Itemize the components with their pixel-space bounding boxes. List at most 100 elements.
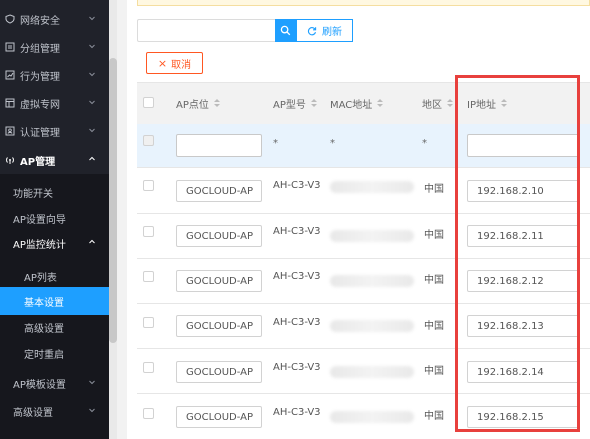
sidebar: 网络安全 分组管理 行为管理 虚拟专网 认证管理 AP管理 功能开关 AP设置向… (0, 0, 109, 439)
search-input[interactable] (137, 19, 275, 42)
ap-location-input[interactable]: GOCLOUD-AP (176, 225, 262, 247)
filter-placeholder-mac: * (330, 138, 335, 149)
sidebar-item-label: 高级设置 (24, 323, 64, 335)
chevron-down-icon (88, 378, 96, 386)
chart-icon (5, 70, 15, 80)
row-checkbox[interactable] (143, 317, 154, 328)
filter-ap-location-input[interactable] (176, 134, 262, 157)
region-cell: 中国 (424, 230, 444, 241)
row-checkbox[interactable] (143, 362, 154, 373)
sidebar-scrollbar-thumb[interactable] (109, 58, 117, 343)
column-header-ap-location[interactable]: AP点位 (176, 96, 220, 111)
region-cell: 中国 (424, 411, 444, 422)
sidebar-item-ap-management[interactable]: AP管理 (0, 146, 109, 174)
cell-value: GOCLOUD-AP (186, 366, 253, 378)
id-card-icon (5, 126, 15, 136)
header-label: AP型号 (273, 100, 306, 111)
ap-model-cell: AH-C3-V3 (273, 180, 321, 191)
mac-address-redacted (330, 275, 414, 287)
sort-icon[interactable] (377, 99, 384, 108)
close-icon: × (157, 56, 168, 70)
region-cell: 中国 (424, 321, 444, 332)
sidebar-item-label: 行为管理 (20, 71, 60, 83)
search-icon (280, 25, 291, 36)
sidebar-item-network-security[interactable]: 网络安全 (0, 5, 109, 33)
sidebar-item-ap-wizard[interactable]: AP设置向导 (0, 204, 109, 232)
chevron-down-icon (88, 70, 96, 78)
search-button[interactable] (275, 19, 296, 42)
sidebar-item-ap-list[interactable]: AP列表 (0, 262, 109, 290)
region-cell: 中国 (424, 275, 444, 286)
sidebar-item-basic-settings[interactable]: 基本设置 (0, 287, 109, 315)
sidebar-item-label: 认证管理 (20, 127, 60, 139)
sidebar-item-behavior[interactable]: 行为管理 (0, 61, 109, 89)
sidebar-item-label: 分组管理 (20, 43, 60, 55)
sidebar-item-feature-switch[interactable]: 功能开关 (0, 178, 109, 206)
row-checkbox[interactable] (143, 180, 154, 191)
wifi-icon (5, 155, 15, 165)
sidebar-item-scheduled-reboot[interactable]: 定时重启 (0, 339, 109, 367)
window-icon (5, 98, 15, 108)
ap-location-input[interactable]: GOCLOUD-AP (176, 180, 262, 202)
sidebar-item-label: 基本设置 (24, 297, 64, 309)
cell-value: GOCLOUD-AP (186, 185, 253, 197)
row-checkbox[interactable] (143, 408, 154, 419)
mac-address-redacted (330, 181, 414, 193)
refresh-icon (307, 26, 317, 35)
cell-value: GOCLOUD-AP (186, 411, 253, 423)
ap-location-input[interactable]: GOCLOUD-AP (176, 315, 262, 337)
region-cell: 中国 (424, 184, 444, 195)
sidebar-item-label: 功能开关 (13, 188, 53, 200)
chevron-up-icon (88, 155, 96, 163)
cell-value: GOCLOUD-AP (186, 230, 253, 242)
chevron-up-icon (88, 238, 96, 246)
ap-location-input[interactable]: GOCLOUD-AP (176, 361, 262, 383)
filter-placeholder-region: * (422, 138, 427, 149)
chevron-down-icon (88, 98, 96, 106)
sidebar-item-label: 虚拟专网 (20, 99, 60, 111)
refresh-button[interactable]: 刷新 (296, 19, 353, 42)
chevron-down-icon (88, 14, 96, 22)
cancel-button[interactable]: × 取消 (146, 52, 203, 74)
sidebar-item-advanced[interactable]: 高级设置 (0, 397, 109, 425)
row-checkbox[interactable] (143, 271, 154, 282)
ap-location-input[interactable]: GOCLOUD-AP (176, 270, 262, 292)
ap-model-cell: AH-C3-V3 (273, 407, 321, 418)
column-header-region[interactable]: 地区 (422, 96, 453, 111)
refresh-label: 刷新 (322, 27, 342, 38)
sidebar-item-label: 网络安全 (20, 15, 60, 27)
chevron-down-icon (88, 126, 96, 134)
shield-icon (5, 14, 15, 24)
notice-bar (137, 0, 590, 6)
highlight-box (455, 75, 580, 432)
sidebar-item-ap-monitor[interactable]: AP监控统计 (0, 229, 109, 257)
sidebar-item-advanced-settings[interactable]: 高级设置 (0, 313, 109, 341)
row-checkbox[interactable] (143, 226, 154, 237)
sidebar-item-auth[interactable]: 认证管理 (0, 117, 109, 145)
mac-address-redacted (330, 366, 414, 378)
column-header-ap-model[interactable]: AP型号 (273, 96, 317, 111)
cell-value: GOCLOUD-AP (186, 275, 253, 287)
list-icon (5, 42, 15, 52)
sidebar-item-label: AP列表 (24, 272, 57, 284)
sidebar-item-label: AP设置向导 (13, 214, 66, 226)
ap-model-cell: AH-C3-V3 (273, 317, 321, 328)
chevron-down-icon (88, 406, 96, 414)
select-all-checkbox[interactable] (143, 97, 154, 108)
mac-address-redacted (330, 411, 414, 423)
sort-icon[interactable] (213, 99, 220, 108)
sidebar-item-label: AP模板设置 (13, 379, 66, 391)
sidebar-item-vpn[interactable]: 虚拟专网 (0, 89, 109, 117)
header-label: MAC地址 (330, 100, 373, 111)
ap-model-cell: AH-C3-V3 (273, 362, 321, 373)
mac-address-redacted (330, 230, 414, 242)
column-header-mac[interactable]: MAC地址 (330, 96, 384, 111)
sidebar-item-group[interactable]: 分组管理 (0, 33, 109, 61)
sidebar-item-ap-template[interactable]: AP模板设置 (0, 369, 109, 397)
ap-location-input[interactable]: GOCLOUD-AP (176, 406, 262, 428)
sort-icon[interactable] (310, 99, 317, 108)
header-label: 地区 (422, 100, 442, 111)
filter-checkbox (143, 135, 154, 146)
sort-icon[interactable] (447, 99, 453, 108)
sidebar-item-label: 定时重启 (24, 349, 64, 361)
